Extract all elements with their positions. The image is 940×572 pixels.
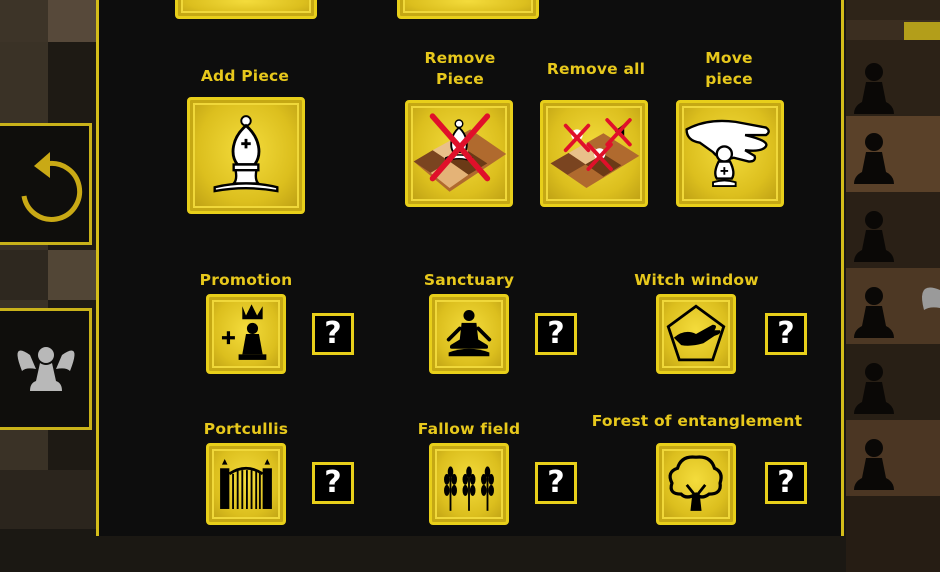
angel-pawn-icon <box>17 347 75 391</box>
wheat-icon <box>444 466 494 511</box>
add-piece-button[interactable] <box>187 97 305 214</box>
top-button-right[interactable] <box>397 0 539 19</box>
fallow-field-label: Fallow field <box>417 420 521 438</box>
board-marker <box>904 22 940 40</box>
help-question-mark: ? <box>324 465 342 500</box>
witch-window-label: Witch window <box>634 271 759 289</box>
forest-of-entanglement-label: Forest of entanglement <box>591 412 803 430</box>
help-question-mark: ? <box>777 316 795 351</box>
witch-window-button[interactable] <box>656 294 736 374</box>
undo-icon <box>21 152 83 222</box>
sanctuary-help-button[interactable]: ? <box>535 313 577 355</box>
undo-button[interactable] <box>0 123 92 245</box>
move-piece-label-line1: Move <box>705 49 753 67</box>
promotion-help-button[interactable]: ? <box>312 313 354 355</box>
portcullis-button[interactable] <box>206 443 286 525</box>
pawn-piece-icon <box>854 363 894 414</box>
move-piece-label-line2: piece <box>705 70 753 88</box>
remove-piece-icon <box>413 113 507 192</box>
witch-window-icon <box>666 304 726 362</box>
witch-window-help-button[interactable]: ? <box>765 313 807 355</box>
angel-pawn-icon <box>922 287 940 310</box>
promotion-label: Promotion <box>199 271 293 289</box>
move-piece-button[interactable] <box>676 100 784 207</box>
pawn-piece-icon <box>854 439 894 490</box>
remove-all-label: Remove all <box>546 60 646 78</box>
remove-piece-label-line2: Piece <box>436 70 484 88</box>
remove-all-button[interactable] <box>540 100 648 207</box>
remove-all-icon <box>550 118 640 188</box>
sanctuary-button[interactable] <box>429 294 509 374</box>
forest-of-entanglement-help-button[interactable]: ? <box>765 462 807 504</box>
board-background-right <box>846 0 940 572</box>
gate-icon <box>220 459 272 509</box>
portcullis-help-button[interactable]: ? <box>312 462 354 504</box>
sanctuary-label: Sanctuary <box>423 271 515 289</box>
pawn-piece-icon <box>854 287 894 338</box>
fallow-field-help-button[interactable]: ? <box>535 462 577 504</box>
add-piece-label: Add Piece <box>200 67 290 85</box>
angel-piece-button[interactable] <box>0 308 92 430</box>
top-button-left[interactable] <box>175 0 317 19</box>
pawn-piece-icon <box>854 133 894 184</box>
fallow-field-button[interactable] <box>429 443 509 525</box>
editor-panel: Add Piece Remove Piece Remove all Move p… <box>96 0 844 536</box>
tree-icon <box>668 455 723 511</box>
promotion-icon <box>221 304 267 360</box>
forest-of-entanglement-button[interactable] <box>656 443 736 525</box>
help-question-mark: ? <box>547 465 565 500</box>
help-question-mark: ? <box>777 465 795 500</box>
promotion-button[interactable] <box>206 294 286 374</box>
pawn-piece-icon <box>854 63 894 114</box>
pawn-piece-icon <box>854 211 894 262</box>
bishop-icon <box>213 115 279 193</box>
board-background-left <box>0 0 96 529</box>
help-question-mark: ? <box>324 316 342 351</box>
portcullis-label: Portcullis <box>203 420 289 438</box>
hand-move-icon <box>685 119 770 188</box>
meditation-icon <box>446 309 492 357</box>
remove-piece-label-line1: Remove <box>424 49 496 67</box>
remove-piece-button[interactable] <box>405 100 513 207</box>
help-question-mark: ? <box>547 316 565 351</box>
